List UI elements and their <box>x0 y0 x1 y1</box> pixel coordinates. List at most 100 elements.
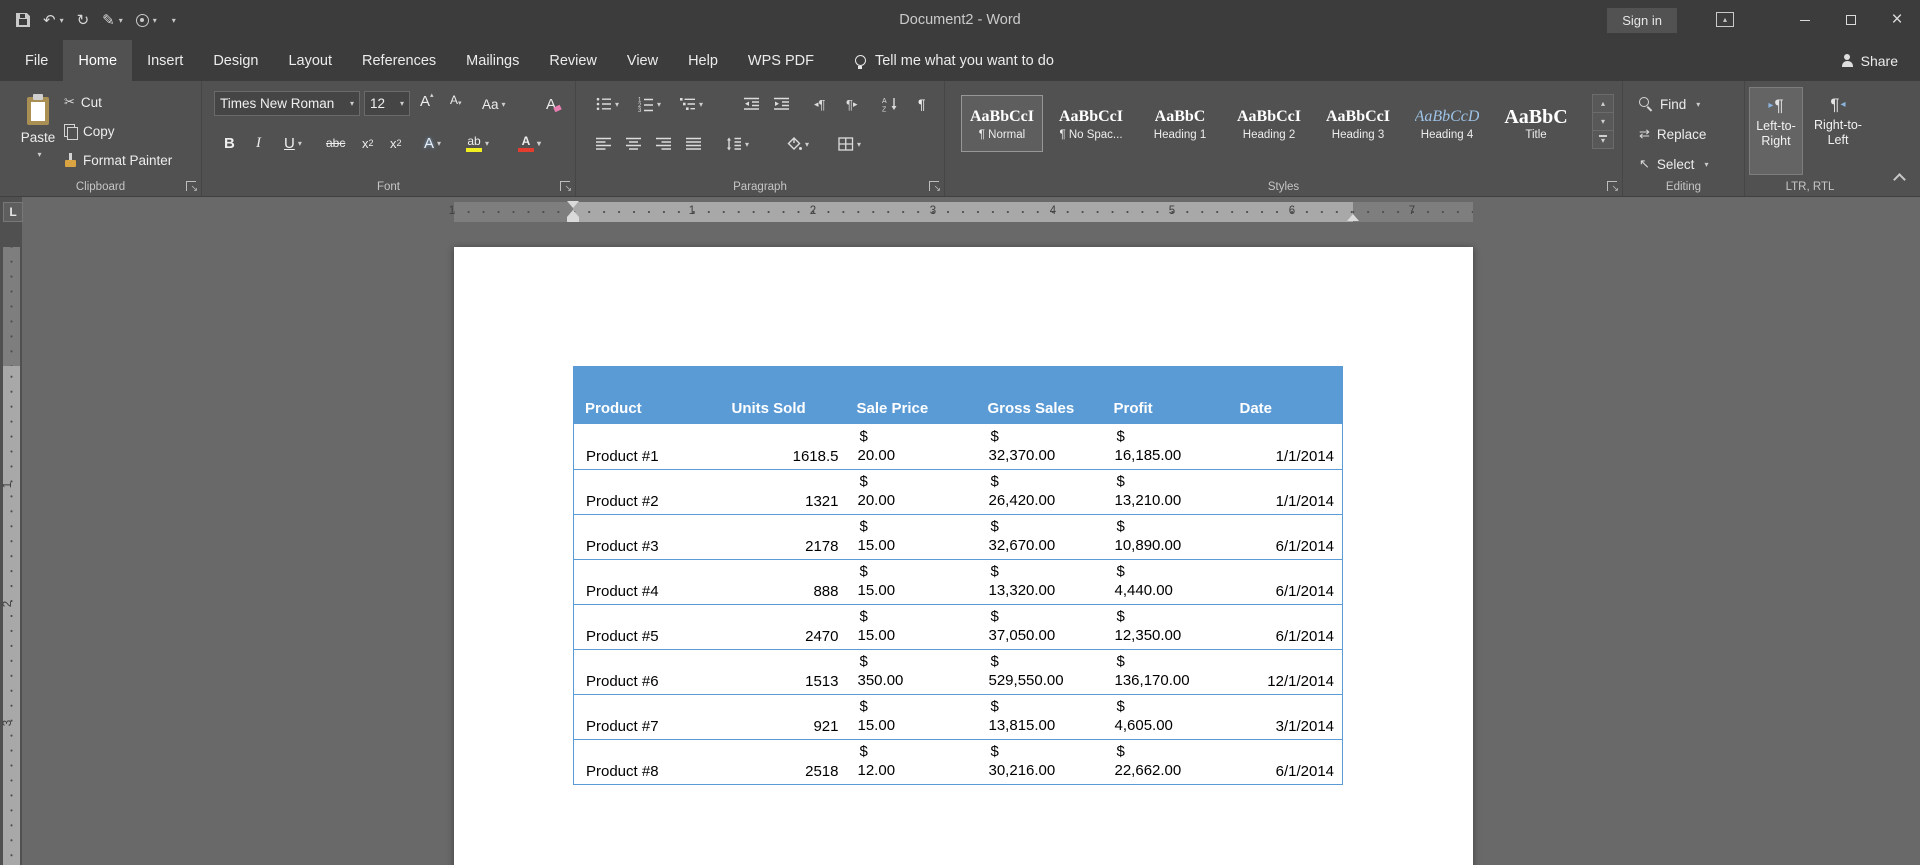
cell-sale-price[interactable]: $15.00 <box>845 514 977 560</box>
sort-button[interactable]: AZ <box>882 93 898 115</box>
find-button[interactable]: Find ▾ <box>1639 93 1700 115</box>
left-indent-marker[interactable] <box>567 217 579 222</box>
cell-product[interactable]: Product #7 <box>573 694 721 740</box>
customize-qat-icon[interactable]: ▾ <box>172 16 176 25</box>
touch-mode-icon[interactable] <box>135 13 149 27</box>
style-heading-1[interactable]: AaBbC Heading 1 <box>1139 95 1221 152</box>
style-no-spacing[interactable]: AaBbCcI ¶ No Spac... <box>1050 95 1132 152</box>
bullets-button[interactable]: ▾ <box>596 93 619 115</box>
cell-gross-sales[interactable]: $32,670.00 <box>976 514 1103 560</box>
table-row[interactable]: Product #7 921 $15.00 $13,815.00 $4,605.… <box>573 694 1343 740</box>
clear-formatting-button[interactable]: A <box>546 93 562 115</box>
cell-profit[interactable]: $10,890.00 <box>1102 514 1229 560</box>
cell-gross-sales[interactable]: $13,815.00 <box>976 694 1103 740</box>
cell-profit[interactable]: $4,440.00 <box>1102 559 1229 605</box>
first-line-indent-marker[interactable] <box>567 201 579 208</box>
clipboard-dialog-launcher[interactable] <box>186 181 198 194</box>
save-icon[interactable] <box>16 13 30 27</box>
format-painter-button[interactable]: Format Painter <box>64 149 172 171</box>
rtl-text-direction-button[interactable]: ¶ ▸ <box>846 93 858 115</box>
italic-button[interactable]: I <box>256 131 261 155</box>
replace-button[interactable]: ⇄ Replace <box>1639 123 1706 145</box>
tab-insert[interactable]: Insert <box>132 40 198 81</box>
cell-units[interactable]: 1618.5 <box>720 424 846 470</box>
font-color-button[interactable]: A ▾ <box>518 131 541 155</box>
hanging-indent-marker[interactable] <box>567 210 579 217</box>
maximize-button[interactable] <box>1828 0 1874 40</box>
left-to-right-button[interactable]: ▸ ¶ Left-to-Right <box>1749 87 1803 175</box>
tab-file[interactable]: File <box>10 40 63 81</box>
cell-date[interactable]: 3/1/2014 <box>1228 694 1343 740</box>
cell-sale-price[interactable]: $350.00 <box>845 649 977 695</box>
cell-product[interactable]: Product #6 <box>573 649 721 695</box>
document-page[interactable]: Product Units Sold Sale Price Gross Sale… <box>454 247 1473 865</box>
horizontal-ruler[interactable]: 1 1 2 3 4 5 6 7 <box>449 201 1473 222</box>
cell-profit[interactable]: $22,662.00 <box>1102 739 1229 785</box>
tab-wps-pdf[interactable]: WPS PDF <box>733 40 829 81</box>
table-row[interactable]: Product #4 888 $15.00 $13,320.00 $4,440.… <box>573 559 1343 605</box>
tab-stop-selector[interactable]: L <box>3 202 23 222</box>
style-heading-3[interactable]: AaBbCcI Heading 3 <box>1317 95 1399 152</box>
cell-units[interactable]: 2518 <box>720 739 846 785</box>
font-dialog-launcher[interactable] <box>560 181 572 194</box>
align-left-button[interactable] <box>596 133 612 155</box>
grow-font-button[interactable]: A ▴ <box>420 92 434 115</box>
align-center-button[interactable] <box>626 133 642 155</box>
minimize-button[interactable] <box>1782 0 1828 40</box>
tab-help[interactable]: Help <box>673 40 733 81</box>
table-row[interactable]: Product #6 1513 $350.00 $529,550.00 $136… <box>573 649 1343 695</box>
table-row[interactable]: Product #3 2178 $15.00 $32,670.00 $10,89… <box>573 514 1343 560</box>
tab-home[interactable]: Home <box>63 40 133 81</box>
cell-units[interactable]: 2178 <box>720 514 846 560</box>
ribbon-display-options-icon[interactable]: ▴ <box>1716 12 1734 27</box>
cell-profit[interactable]: $13,210.00 <box>1102 469 1229 515</box>
style-title[interactable]: AaBbC Title <box>1495 95 1577 152</box>
tab-references[interactable]: References <box>347 40 451 81</box>
draw-button[interactable]: ✎ <box>102 11 115 29</box>
style-heading-2[interactable]: AaBbCcI Heading 2 <box>1228 95 1310 152</box>
cell-product[interactable]: Product #1 <box>573 424 721 470</box>
draw-caret-icon[interactable]: ▾ <box>119 16 123 25</box>
cell-profit[interactable]: $136,170.00 <box>1102 649 1229 695</box>
header-gross-sales[interactable]: Gross Sales <box>976 366 1103 424</box>
sign-in-button[interactable]: Sign in <box>1607 8 1677 33</box>
cell-sale-price[interactable]: $15.00 <box>845 694 977 740</box>
align-right-button[interactable] <box>656 133 672 155</box>
right-indent-marker[interactable] <box>1347 214 1359 221</box>
cell-profit[interactable]: $12,350.00 <box>1102 604 1229 650</box>
collapse-ribbon-chevron-icon[interactable] <box>1893 173 1906 186</box>
cell-units[interactable]: 1513 <box>720 649 846 695</box>
cell-gross-sales[interactable]: $30,216.00 <box>976 739 1103 785</box>
cell-units[interactable]: 1321 <box>720 469 846 515</box>
line-spacing-button[interactable]: ▾ <box>726 133 749 155</box>
cell-units[interactable]: 888 <box>720 559 846 605</box>
paste-button[interactable]: Paste ▾ <box>10 89 66 181</box>
cell-date[interactable]: 1/1/2014 <box>1228 424 1343 470</box>
header-date[interactable]: Date <box>1228 366 1343 424</box>
highlight-color-button[interactable]: ab ▾ <box>466 131 489 155</box>
tab-view[interactable]: View <box>612 40 673 81</box>
header-sale-price[interactable]: Sale Price <box>845 366 977 424</box>
tab-review[interactable]: Review <box>534 40 612 81</box>
cell-date[interactable]: 12/1/2014 <box>1228 649 1343 695</box>
decrease-indent-button[interactable] <box>744 93 760 115</box>
cell-sale-price[interactable]: $15.00 <box>845 559 977 605</box>
cell-product[interactable]: Product #2 <box>573 469 721 515</box>
select-button[interactable]: ↖ Select ▾ <box>1639 153 1708 175</box>
bold-button[interactable]: B <box>224 131 235 155</box>
cell-gross-sales[interactable]: $26,420.00 <box>976 469 1103 515</box>
cell-date[interactable]: 1/1/2014 <box>1228 469 1343 515</box>
table-row[interactable]: Product #5 2470 $15.00 $37,050.00 $12,35… <box>573 604 1343 650</box>
style-heading-4[interactable]: AaBbCcD Heading 4 <box>1406 95 1488 152</box>
cell-date[interactable]: 6/1/2014 <box>1228 559 1343 605</box>
undo-button[interactable]: ↶ <box>43 11 56 29</box>
header-profit[interactable]: Profit <box>1102 366 1229 424</box>
show-paragraph-marks-button[interactable]: ¶ <box>918 93 926 115</box>
table-row[interactable]: Product #8 2518 $12.00 $30,216.00 $22,66… <box>573 739 1343 785</box>
paragraph-dialog-launcher[interactable] <box>929 181 941 194</box>
share-button[interactable]: Share <box>1841 40 1898 81</box>
copy-button[interactable]: Copy <box>64 120 115 142</box>
header-units-sold[interactable]: Units Sold <box>720 366 846 424</box>
styles-dialog-launcher[interactable] <box>1607 181 1619 194</box>
cell-product[interactable]: Product #5 <box>573 604 721 650</box>
